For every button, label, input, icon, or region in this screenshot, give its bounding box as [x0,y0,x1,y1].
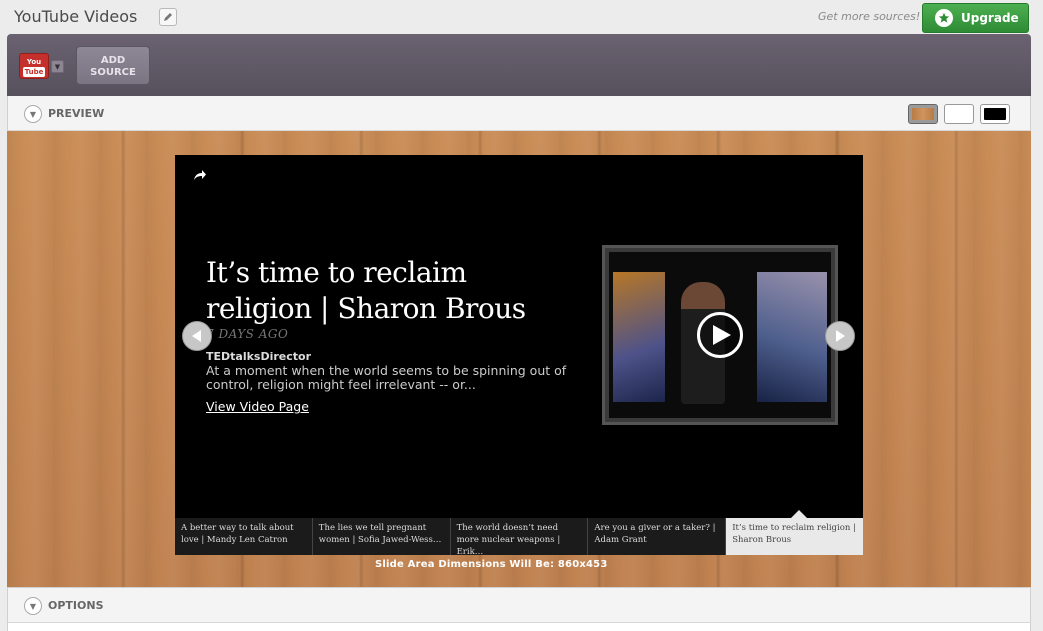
youtube-source-icon[interactable]: You Tube [19,53,49,79]
top-header: YouTube Videos Get more sources! Upgrade [0,0,1043,34]
stage-light-right [757,272,827,402]
edit-title-button[interactable] [159,8,177,26]
strip-item[interactable]: A better way to talk about love | Mandy … [175,518,313,555]
get-more-sources-link[interactable]: Get more sources! [818,10,920,23]
video-slide: It’s time to reclaim religion | Sharon B… [175,155,863,555]
source-dropdown-chevron-icon[interactable]: ▼ [51,60,64,73]
preview-section-header[interactable]: ▼ PREVIEW [7,96,1031,131]
youtube-logo-tube: Tube [23,67,45,77]
preview-label: PREVIEW [48,107,105,120]
collapse-chevron-icon[interactable]: ▼ [24,105,42,123]
wood-swatch-fill [912,108,934,120]
add-source-label-1: ADD [100,55,126,66]
video-thumbnail[interactable] [609,252,831,418]
options-collapse-chevron-icon[interactable]: ▼ [24,597,42,615]
video-description: At a moment when the world seems to be s… [206,363,567,392]
upgrade-label: Upgrade [961,11,1019,25]
video-thumbnail-frame[interactable] [602,245,838,425]
video-strip: A better way to talk about love | Mandy … [175,518,863,555]
play-icon[interactable] [697,312,743,358]
active-strip-pointer [791,510,807,518]
wood-background-swatch[interactable] [908,104,938,124]
stage-light-left [613,272,665,402]
video-title: It’s time to reclaim religion | Sharon B… [206,256,526,325]
video-author: TEDtalksDirector [206,350,312,363]
strip-item[interactable]: The lies we tell pregnant women | Sofia … [312,518,451,555]
pencil-icon [164,13,172,21]
previous-arrow-icon[interactable] [182,321,212,351]
next-arrow-icon[interactable] [825,321,855,351]
white-swatch-fill [948,108,970,120]
view-video-page-link[interactable]: View Video Page [206,399,309,414]
upgrade-button[interactable]: Upgrade [922,3,1029,33]
options-panel-body [7,623,1031,631]
page-title: YouTube Videos [14,7,138,26]
video-date: 7 DAYS AGO [206,327,289,341]
options-label: OPTIONS [48,599,104,612]
strip-item[interactable]: Are you a giver or a taker? | Adam Grant [588,518,727,555]
black-background-swatch[interactable] [980,104,1010,124]
white-background-swatch[interactable] [944,104,974,124]
preview-stage: It’s time to reclaim religion | Sharon B… [7,131,1031,587]
source-toolbar: You Tube ▼ ADD SOURCE [7,34,1031,96]
strip-item-active[interactable]: It’s time to reclaim religion | Sharon B… [726,518,863,555]
slide-dimensions-text: Slide Area Dimensions Will Be: 860x453 [375,559,608,570]
star-icon [935,9,953,27]
strip-item[interactable]: The world doesn’t need more nuclear weap… [450,518,589,555]
add-source-label-2: SOURCE [90,67,136,78]
black-swatch-fill [984,108,1006,120]
youtube-logo-you: You [26,58,42,66]
add-source-button[interactable]: ADD SOURCE [76,46,150,85]
share-icon[interactable] [193,169,207,185]
options-section-header[interactable]: ▼ OPTIONS [7,587,1031,623]
